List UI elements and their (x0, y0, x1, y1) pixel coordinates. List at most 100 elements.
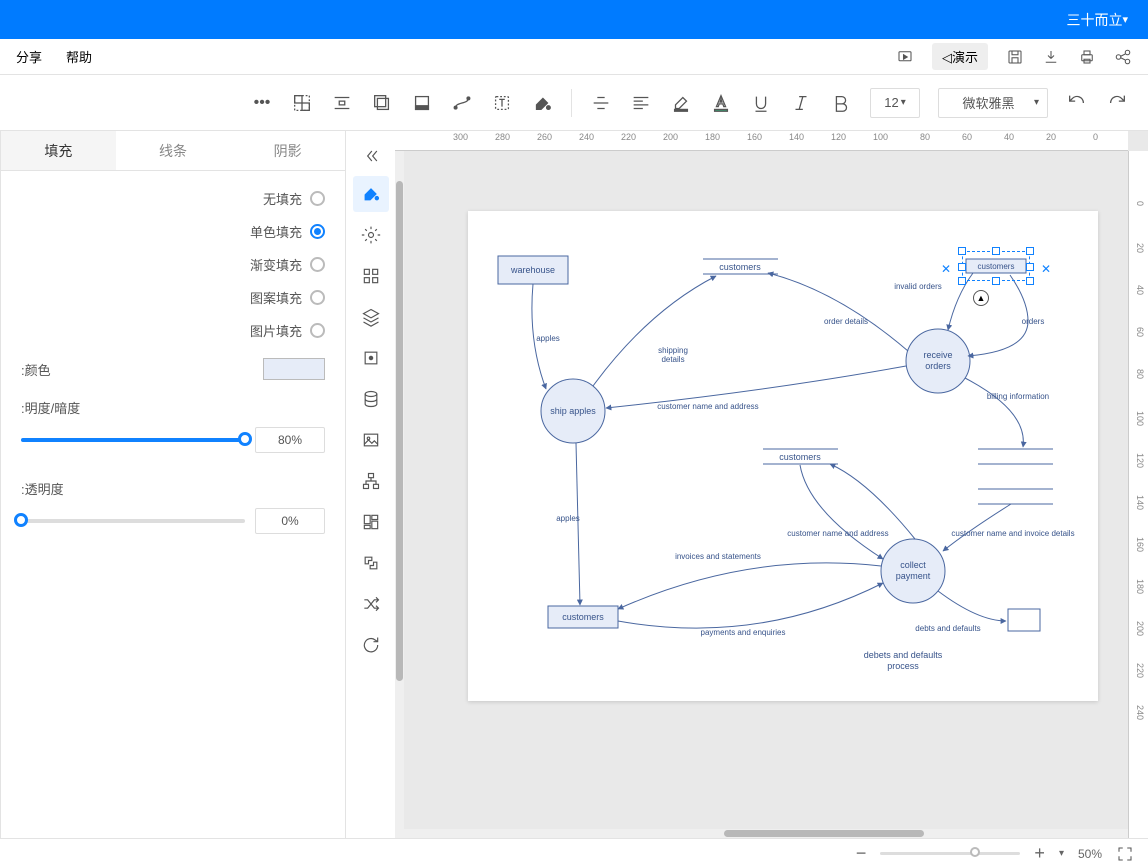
zoom-value[interactable]: 50% (1078, 847, 1102, 861)
opacity-value[interactable]: 80% (255, 427, 325, 453)
close-icon[interactable]: ✕ (1041, 262, 1051, 276)
color-label: 颜色: (21, 360, 51, 379)
fill-icon[interactable] (531, 92, 553, 114)
present-icon[interactable] (896, 48, 914, 66)
radio-gradient[interactable] (310, 257, 325, 272)
text-style-icon[interactable] (491, 92, 513, 114)
diagram-page[interactable]: warehouse customers customers ship apple… (468, 211, 1098, 701)
tab-fill[interactable]: 填充 (1, 131, 116, 170)
tab-line[interactable]: 线条 (116, 131, 231, 170)
radio-pattern[interactable] (310, 290, 325, 305)
svg-text:billing information: billing information (987, 392, 1049, 401)
svg-text:details: details (661, 355, 684, 364)
demo-button[interactable]: 演示◁ (932, 43, 988, 70)
svg-text:apples: apples (536, 334, 560, 343)
tab-shadow[interactable]: 阴影 (230, 131, 345, 170)
ruler-vertical: 020406080100120140160180200220240 (1128, 151, 1148, 838)
canvas-area[interactable]: 0204060801001201401601802002202402602803… (395, 131, 1148, 838)
download-icon[interactable] (1042, 48, 1060, 66)
print-icon[interactable] (1078, 48, 1096, 66)
scrollbar-vertical[interactable] (395, 151, 404, 838)
svg-text:collect: collect (900, 560, 926, 570)
database-icon[interactable] (353, 381, 389, 417)
close-icon[interactable]: ✕ (941, 262, 951, 276)
align-vertical-icon[interactable] (590, 92, 612, 114)
svg-text:warehouse: warehouse (510, 265, 555, 275)
help-link[interactable]: 帮助 (66, 47, 92, 66)
svg-text:invoices and statements: invoices and statements (675, 552, 761, 561)
group-icon[interactable] (291, 92, 313, 114)
app-title: 三十而立 (1066, 10, 1122, 30)
svg-text:shipping: shipping (658, 346, 688, 355)
radio-solid[interactable] (310, 224, 325, 239)
svg-text:invalid orders: invalid orders (894, 282, 942, 291)
font-color-icon[interactable] (710, 92, 732, 114)
titlebar: ▾ 三十而立 (0, 0, 1148, 39)
bold-icon[interactable] (830, 92, 852, 114)
svg-text:customers: customers (562, 612, 604, 622)
transparency-label: 透明度: (21, 479, 64, 498)
waterfall-icon[interactable] (353, 545, 389, 581)
underline-icon[interactable] (750, 92, 772, 114)
highlight-icon[interactable] (670, 92, 692, 114)
svg-text:apples: apples (556, 514, 580, 523)
dropdown-arrow-icon[interactable]: ▾ (1122, 13, 1128, 26)
properties-panel: 阴影 线条 填充 无填充 单色填充 渐变填充 图案填充 图片填充 颜色: 明度/… (0, 131, 345, 838)
undo-icon[interactable] (1066, 92, 1088, 114)
svg-text:payments and enquiries: payments and enquiries (701, 628, 786, 637)
shape-outline-icon[interactable] (411, 92, 433, 114)
svg-text:orders: orders (1022, 317, 1045, 326)
svg-text:customer name and address: customer name and address (787, 529, 888, 538)
svg-text:customers: customers (719, 262, 761, 272)
zoom-in-icon[interactable]: − (856, 843, 867, 864)
redo-icon[interactable] (1106, 92, 1128, 114)
rotate-handle-icon[interactable]: ▲ (973, 290, 989, 306)
svg-text:order details: order details (824, 317, 868, 326)
dashboard-icon[interactable] (353, 504, 389, 540)
fill-tool-icon[interactable] (353, 176, 389, 212)
radio-none[interactable] (310, 191, 325, 206)
align-left-icon[interactable] (630, 92, 652, 114)
svg-text:debets and defaults: debets and defaults (864, 650, 943, 660)
more-icon[interactable]: ••• (251, 92, 273, 114)
layers-stack-icon[interactable] (353, 299, 389, 335)
share-link[interactable]: 分享 (16, 47, 42, 66)
ruler-horizontal: 0204060801001201401601802002202402602803… (395, 131, 1128, 151)
target-icon[interactable] (353, 340, 389, 376)
color-swatch[interactable] (263, 358, 325, 380)
zoom-out-icon[interactable]: + (1034, 843, 1045, 864)
opacity-slider[interactable] (21, 438, 245, 442)
toolbar-format: ▾微软雅黑 ▾12 ••• (0, 75, 1148, 131)
opacity-label: 明度/暗度: (21, 398, 80, 417)
svg-text:debts and defaults: debts and defaults (915, 624, 980, 633)
collapse-icon[interactable] (353, 141, 389, 171)
svg-text:customer name and invoice deta: customer name and invoice details (951, 529, 1074, 538)
font-size-select[interactable]: ▾12 (870, 88, 920, 118)
gear-icon[interactable] (353, 217, 389, 253)
grid-icon[interactable] (353, 258, 389, 294)
scrollbar-horizontal[interactable] (404, 829, 1128, 838)
fullscreen-icon[interactable] (1116, 845, 1134, 863)
radio-image[interactable] (310, 323, 325, 338)
save-icon[interactable] (1006, 48, 1024, 66)
shuffle-icon[interactable] (353, 586, 389, 622)
layers-icon[interactable] (371, 92, 393, 114)
svg-text:ship apples: ship apples (550, 406, 596, 416)
zoom-slider[interactable] (880, 852, 1020, 855)
transparency-value[interactable]: 0% (255, 508, 325, 534)
receive-l2: orders (925, 361, 951, 371)
font-select[interactable]: ▾微软雅黑 (938, 88, 1048, 118)
svg-text:payment: payment (896, 571, 931, 581)
selection-box[interactable]: ✕ ✕ ▲ (962, 251, 1030, 281)
share-icon[interactable] (1114, 48, 1132, 66)
svg-text:customer name and address: customer name and address (657, 402, 758, 411)
hierarchy-icon[interactable] (353, 463, 389, 499)
align-distribute-icon[interactable] (331, 92, 353, 114)
transparency-slider[interactable] (21, 519, 245, 523)
refresh-icon[interactable] (353, 627, 389, 663)
connector-icon[interactable] (451, 92, 473, 114)
tool-rail (345, 131, 395, 838)
image-icon[interactable] (353, 422, 389, 458)
italic-icon[interactable] (790, 92, 812, 114)
toolbar-main: 演示◁ 帮助 分享 (0, 39, 1148, 75)
